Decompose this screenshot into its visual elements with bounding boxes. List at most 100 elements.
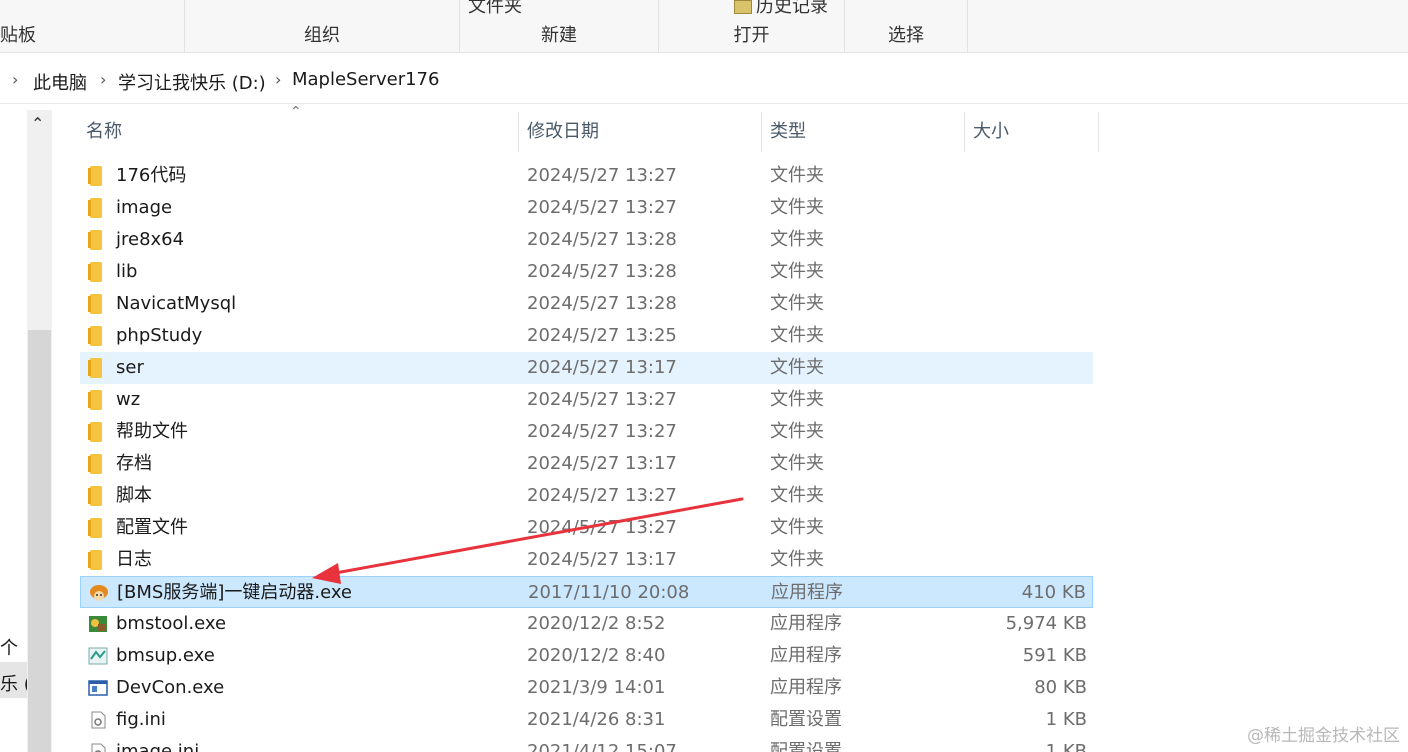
file-modified-date: 2021/3/9 14:01 [527,677,666,698]
ini-file-icon [91,743,106,752]
file-type: 文件夹 [770,517,824,538]
file-name[interactable]: 176代码 [116,160,186,192]
nav-scrollbar-thumb[interactable] [28,330,51,752]
file-name[interactable]: wz [116,384,140,416]
file-name[interactable]: 日志 [116,544,152,576]
file-type: 应用程序 [770,645,842,666]
file-row[interactable]: phpStudy 2024/5/27 13:25 文件夹 [80,320,1093,352]
file-name[interactable]: lib [116,256,137,288]
column-header-date[interactable]: 修改日期 [519,112,761,152]
ribbon-group-label: 打开 [733,25,770,46]
folder-icon [88,198,102,218]
file-row[interactable]: bmstool.exe 2020/12/2 8:52 应用程序 5,974 KB [80,608,1093,640]
file-modified-date: 2024/5/27 13:17 [527,453,677,474]
file-size: 410 KB [1021,582,1086,603]
nav-item-count-fragment: 个 [0,638,18,659]
file-type: 配置设置 [770,709,842,730]
file-row[interactable]: 日志 2024/5/27 13:17 文件夹 [80,544,1093,576]
file-row[interactable]: 存档 2024/5/27 13:17 文件夹 [80,448,1093,480]
window-app-icon [88,680,108,696]
file-name[interactable]: phpStudy [116,320,202,352]
file-type: 文件夹 [770,453,824,474]
file-modified-date: 2020/12/2 8:40 [527,645,666,666]
file-modified-date: 2024/5/27 13:27 [527,517,677,538]
file-name[interactable]: 存档 [116,448,152,480]
ribbon-group-clipboard[interactable]: 贴板 [0,0,185,53]
column-header-size[interactable]: 大小 [965,112,1098,152]
file-modified-date: 2024/5/27 13:27 [527,485,677,506]
file-name[interactable]: image [116,192,172,224]
ribbon-group-new[interactable]: 文件夹 新建 [460,0,659,53]
history-button-label: 历史记录 [756,0,828,17]
chevron-right-icon[interactable]: › [12,70,18,89]
file-row[interactable]: lib 2024/5/27 13:28 文件夹 [80,256,1093,288]
file-row[interactable]: DevCon.exe 2021/3/9 14:01 应用程序 80 KB [80,672,1093,704]
mushroom-app-icon [90,585,108,601]
breadcrumb-drive-d[interactable]: 学习让我快乐 (D:) [118,69,266,95]
file-name[interactable]: ser [116,352,144,384]
chevron-right-icon[interactable]: › [100,70,106,89]
file-name[interactable]: jre8x64 [116,224,184,256]
breadcrumb-this-pc[interactable]: 此电脑 [33,69,87,95]
file-modified-date: 2024/5/27 13:25 [527,325,677,346]
file-name[interactable]: 配置文件 [116,512,188,544]
file-modified-date: 2020/12/2 8:52 [527,613,666,634]
chevron-right-icon[interactable]: › [275,70,281,89]
file-size: 1 KB [1045,741,1087,752]
ribbon-group-label: 组织 [304,25,340,46]
file-name[interactable]: bmstool.exe [116,608,226,640]
scroll-up-icon[interactable]: ⌃ [31,114,44,133]
file-row[interactable]: 帮助文件 2024/5/27 13:27 文件夹 [80,416,1093,448]
ini-file-icon [91,711,106,729]
ribbon-group-open[interactable]: 历史记录 打开 [659,0,845,53]
file-modified-date: 2024/5/27 13:27 [527,421,677,442]
watermark: @稀土掘金技术社区 [1247,726,1400,746]
file-row[interactable]: ser 2024/5/27 13:17 文件夹 [80,352,1093,384]
file-row[interactable]: bmsup.exe 2020/12/2 8:40 应用程序 591 KB [80,640,1093,672]
file-row[interactable]: NavicatMysql 2024/5/27 13:28 文件夹 [80,288,1093,320]
folder-icon [88,262,102,282]
file-row[interactable]: fig.ini 2021/4/26 8:31 配置设置 1 KB [80,704,1093,736]
file-name[interactable]: DevCon.exe [116,672,224,704]
column-divider[interactable] [1098,112,1099,152]
file-row[interactable]: wz 2024/5/27 13:27 文件夹 [80,384,1093,416]
new-folder-button-label[interactable]: 文件夹 [468,0,522,18]
column-header-type[interactable]: 类型 [762,112,964,152]
file-type: 文件夹 [770,229,824,250]
file-name[interactable]: NavicatMysql [116,288,236,320]
ribbon-group-label: 贴板 [0,25,36,46]
file-row[interactable]: 脚本 2024/5/27 13:27 文件夹 [80,480,1093,512]
column-header-name[interactable]: 名称 [78,112,518,152]
file-name[interactable]: [BMS服务端]一键启动器.exe [117,577,352,609]
folder-icon [88,486,102,506]
file-type: 文件夹 [770,165,824,186]
file-row[interactable]: [BMS服务端]一键启动器.exe 2017/11/10 20:08 应用程序 410… [80,576,1093,608]
folder-icon [88,326,102,346]
file-name[interactable]: image.ini [116,736,199,752]
folder-icon [88,422,102,442]
file-row[interactable]: image 2024/5/27 13:27 文件夹 [80,192,1093,224]
file-row[interactable]: jre8x64 2024/5/27 13:28 文件夹 [80,224,1093,256]
folder-icon [88,294,102,314]
file-modified-date: 2021/4/12 15:07 [527,741,677,752]
address-bar[interactable]: › 此电脑 › 学习让我快乐 (D:) › MapleServer176 [0,56,1408,104]
ribbon-group-select[interactable]: 选择 [845,0,968,53]
file-row[interactable]: 配置文件 2024/5/27 13:27 文件夹 [80,512,1093,544]
ribbon-group-organize[interactable]: 组织 [185,0,460,53]
file-modified-date: 2017/11/10 20:08 [528,582,690,603]
file-name[interactable]: 脚本 [116,480,152,512]
breadcrumb-mapleserver176[interactable]: MapleServer176 [292,69,439,90]
file-name[interactable]: 帮助文件 [116,416,188,448]
file-modified-date: 2024/5/27 13:27 [527,197,677,218]
file-name[interactable]: fig.ini [116,704,166,736]
file-row[interactable]: image.ini 2021/4/12 15:07 配置设置 1 KB [80,736,1093,752]
file-size: 591 KB [1022,645,1087,666]
file-row[interactable]: 176代码 2024/5/27 13:27 文件夹 [80,160,1093,192]
file-name[interactable]: bmsup.exe [116,640,215,672]
file-type: 文件夹 [770,485,824,506]
file-size: 1 KB [1045,709,1087,730]
file-type: 文件夹 [770,421,824,442]
history-button[interactable]: 历史记录 [734,0,828,18]
file-type: 文件夹 [770,261,824,282]
file-size: 80 KB [1034,677,1087,698]
